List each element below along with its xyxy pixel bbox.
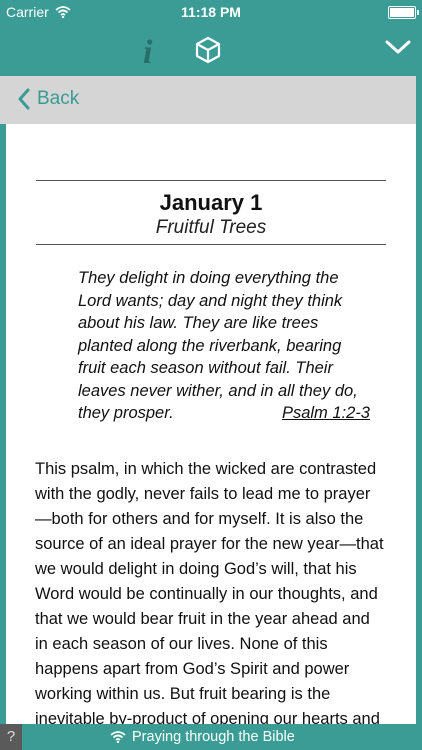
info-icon[interactable]: i: [143, 34, 152, 72]
status-time: 11:18 PM: [181, 4, 241, 20]
divider-top: [36, 180, 386, 181]
wifi-icon: [110, 731, 126, 743]
devotion-date: January 1: [159, 190, 263, 215]
status-right: [388, 6, 419, 19]
quote-text: They delight in doing everything the Lor…: [78, 269, 358, 422]
battery-icon: [388, 6, 419, 19]
devotion-body: This psalm, in which the wicked are cont…: [35, 460, 384, 724]
scripture-reference[interactable]: Psalm 1:2-3: [282, 402, 370, 425]
status-bar: Carrier 11:18 PM: [0, 0, 422, 24]
devotion-title: Fruitful Trees: [155, 217, 267, 238]
footer-bar: ? Praying through the Bible: [0, 724, 422, 750]
help-button[interactable]: ?: [0, 724, 22, 750]
footer-title-group: Praying through the Bible: [110, 729, 295, 745]
chevron-down-icon[interactable]: [384, 38, 412, 58]
chevron-left-icon: [18, 88, 30, 110]
cube-icon[interactable]: [193, 35, 223, 65]
divider-bottom: [36, 244, 386, 245]
back-button[interactable]: Back: [17, 88, 79, 110]
back-label: Back: [37, 88, 80, 109]
navigation-bar: Back: [0, 76, 416, 124]
footer-title: Praying through the Bible: [132, 729, 295, 745]
devotion-content[interactable]: January 1 Fruitful Trees They delight in…: [6, 124, 416, 724]
top-toolbar: i: [0, 24, 422, 76]
scripture-quote: They delight in doing everything the Lor…: [78, 267, 370, 425]
